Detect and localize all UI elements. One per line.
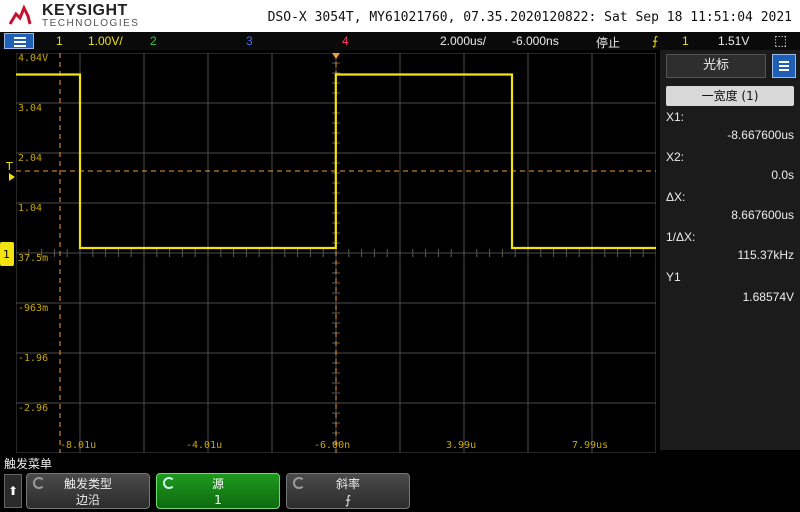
- y-axis-label: -2.96: [18, 403, 48, 414]
- x2-label: X2:: [666, 150, 685, 164]
- y-axis-label: 37.5m: [18, 253, 48, 264]
- instrument-info: DSO-X 3054T, MY61021760, 07.35.202012082…: [267, 10, 792, 25]
- trigger-source-softkey[interactable]: 源 1: [156, 473, 280, 509]
- main-menu-icon[interactable]: [4, 33, 34, 49]
- svg-text:1: 1: [3, 248, 10, 261]
- trigger-slope-icon: ⨍: [652, 34, 659, 48]
- x2-value: 0.0s: [771, 168, 794, 182]
- status-bar: 1 1.00V/ 2 3 4 2.000us/ -6.000ns 停止 ⨍ 1 …: [0, 32, 800, 50]
- softkey-menu-title: 触发菜单: [4, 457, 53, 471]
- run-stop-status: 停止: [596, 36, 621, 50]
- rotate-knob-icon: [163, 477, 175, 489]
- trigger-level-marker[interactable]: T: [6, 160, 13, 173]
- channel-1-scale[interactable]: 1.00V/: [88, 34, 123, 48]
- waveform-display[interactable]: 4.04V 3.04 2.04 1.04 37.5m -963m -1.96 -2.96 -8…: [16, 53, 656, 453]
- trigger-type-value: 边沿: [75, 493, 100, 507]
- timebase-scale[interactable]: 2.000us/: [440, 34, 486, 48]
- inverse-delta-x-value: 115.37kHz: [737, 248, 794, 262]
- trigger-slope-softkey[interactable]: 斜率 ⨍: [286, 473, 410, 509]
- brand-subtitle: TECHNOLOGIES: [42, 18, 140, 29]
- rotate-knob-icon: [33, 477, 45, 489]
- channel-4-label[interactable]: 4: [342, 34, 349, 48]
- cursor-panel-title: 光标: [666, 54, 766, 78]
- rotate-knob-icon: [293, 477, 305, 489]
- y-axis-label: -963m: [18, 303, 48, 314]
- y-axis-label: 4.04V: [18, 53, 48, 64]
- trigger-slope-value: ⨍: [344, 493, 352, 507]
- x1-label: X1:: [666, 110, 685, 124]
- trigger-level[interactable]: 1.51V: [718, 34, 749, 48]
- inverse-delta-x-label: 1/ΔX:: [666, 230, 696, 244]
- x-axis-label: -6.00n: [314, 440, 350, 451]
- x-axis-label: 3.99u: [446, 440, 476, 451]
- x-axis-label: -4.01u: [186, 440, 222, 451]
- y-axis-label: 1.04: [18, 203, 42, 214]
- trigger-type-label: 触发类型: [63, 477, 112, 491]
- y1-label: Y1: [666, 270, 681, 284]
- y-axis-label: 2.04: [18, 153, 42, 164]
- trigger-source-value: 1: [214, 493, 222, 507]
- y-axis-label: -1.96: [18, 353, 48, 364]
- back-up-button[interactable]: ⬆: [4, 474, 22, 508]
- title-bar: KEYSIGHT TECHNOLOGIES DSO-X 3054T, MY610…: [0, 0, 800, 32]
- time-delay[interactable]: -6.000ns: [512, 34, 559, 48]
- delta-x-label: ΔX:: [666, 190, 686, 204]
- cursor-mode-button[interactable]: 一宽度 (1): [666, 86, 794, 106]
- y-axis-label: 3.04: [18, 103, 42, 114]
- selection-box-icon[interactable]: ⬚: [774, 32, 787, 49]
- y1-value: 1.68574V: [742, 290, 794, 304]
- trigger-arrow-icon: [9, 173, 15, 181]
- keysight-logo-icon: [8, 4, 32, 25]
- channel-3-label[interactable]: 3: [246, 34, 253, 48]
- trigger-source-label: 源: [211, 477, 224, 491]
- channel-1-label[interactable]: 1: [56, 34, 63, 48]
- channel-1-ground-marker[interactable]: 1: [0, 240, 16, 268]
- x-axis-label: 7.99us: [572, 440, 608, 451]
- channel-2-label[interactable]: 2: [150, 34, 157, 48]
- trigger-type-softkey[interactable]: 触发类型 边沿: [26, 473, 150, 509]
- x-axis-label: -8.01u: [60, 440, 96, 451]
- delta-x-value: 8.667600us: [731, 208, 794, 222]
- side-menu-icon[interactable]: [772, 54, 796, 78]
- trigger-source[interactable]: 1: [682, 34, 689, 48]
- x1-value: -8.667600us: [727, 128, 794, 142]
- trigger-slope-label: 斜率: [335, 477, 360, 491]
